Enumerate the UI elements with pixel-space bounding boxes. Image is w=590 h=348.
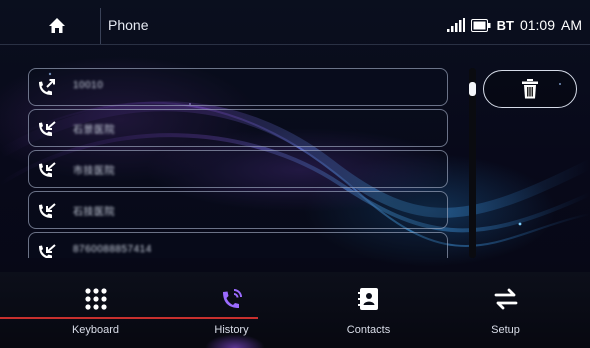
incoming-call-icon	[39, 203, 56, 218]
status-bar: Phone BT 01:09 AM	[0, 8, 590, 45]
call-history-item[interactable]: 市技医院	[28, 150, 448, 188]
incoming-call-icon	[39, 244, 56, 258]
call-history-item[interactable]: 石技医院	[28, 191, 448, 229]
trash-icon	[522, 79, 538, 99]
page-title: Phone	[108, 17, 149, 33]
call-history-item[interactable]: 10010	[28, 68, 448, 106]
call-number: 石技医院	[73, 207, 115, 218]
status-indicators: BT 01:09 AM	[446, 17, 582, 33]
signal-strength-icon	[446, 18, 465, 32]
nav-contacts[interactable]: Contacts	[295, 272, 442, 348]
keypad-icon	[84, 288, 107, 310]
scrollbar-track[interactable]	[469, 68, 476, 258]
call-number: 10010	[73, 80, 104, 91]
nav-keyboard[interactable]: Keyboard	[22, 272, 169, 348]
bottom-nav: Keyboard History Contacts Setup	[0, 272, 590, 348]
annotation-line	[0, 317, 258, 319]
delete-button[interactable]	[483, 70, 577, 108]
home-button[interactable]	[22, 8, 92, 44]
nav-label: Setup	[491, 324, 520, 336]
incoming-call-icon	[39, 162, 56, 177]
status-separator	[100, 8, 101, 44]
call-history-list: 10010 石景医院 市技医院 石技医院 8760088857414	[28, 68, 448, 258]
call-number: 石景医院	[73, 125, 115, 136]
call-number: 8760088857414	[73, 244, 152, 255]
clock-time: 01:09	[519, 17, 555, 33]
phone-screen: Phone BT 01:09 AM 10010 石景医院 市技医院 石技医院 8…	[0, 0, 590, 348]
call-history-item[interactable]: 石景医院	[28, 109, 448, 147]
call-number: 市技医院	[73, 166, 115, 177]
nav-label: Keyboard	[71, 324, 120, 336]
contacts-icon	[357, 288, 378, 310]
call-history-item[interactable]: 8760088857414	[28, 232, 448, 258]
incoming-call-icon	[39, 121, 56, 136]
nav-label: Contacts	[346, 324, 391, 336]
phone-history-icon	[222, 289, 242, 308]
clock-ampm: AM	[561, 17, 582, 33]
scrollbar-thumb[interactable]	[469, 82, 476, 97]
battery-icon	[470, 18, 491, 32]
active-tab-glow	[205, 334, 265, 348]
nav-setup[interactable]: Setup	[432, 272, 579, 348]
outgoing-call-icon	[39, 79, 55, 95]
swap-arrows-icon	[494, 288, 517, 310]
bluetooth-label: BT	[496, 17, 514, 33]
home-icon	[49, 18, 65, 33]
